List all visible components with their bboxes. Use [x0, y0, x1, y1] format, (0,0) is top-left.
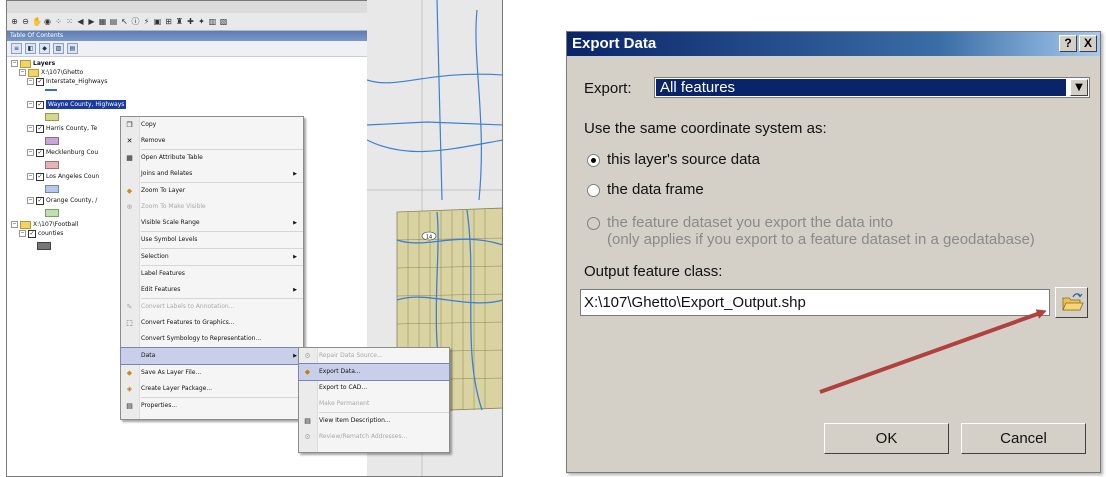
- annotation-arrow: [819, 309, 1047, 394]
